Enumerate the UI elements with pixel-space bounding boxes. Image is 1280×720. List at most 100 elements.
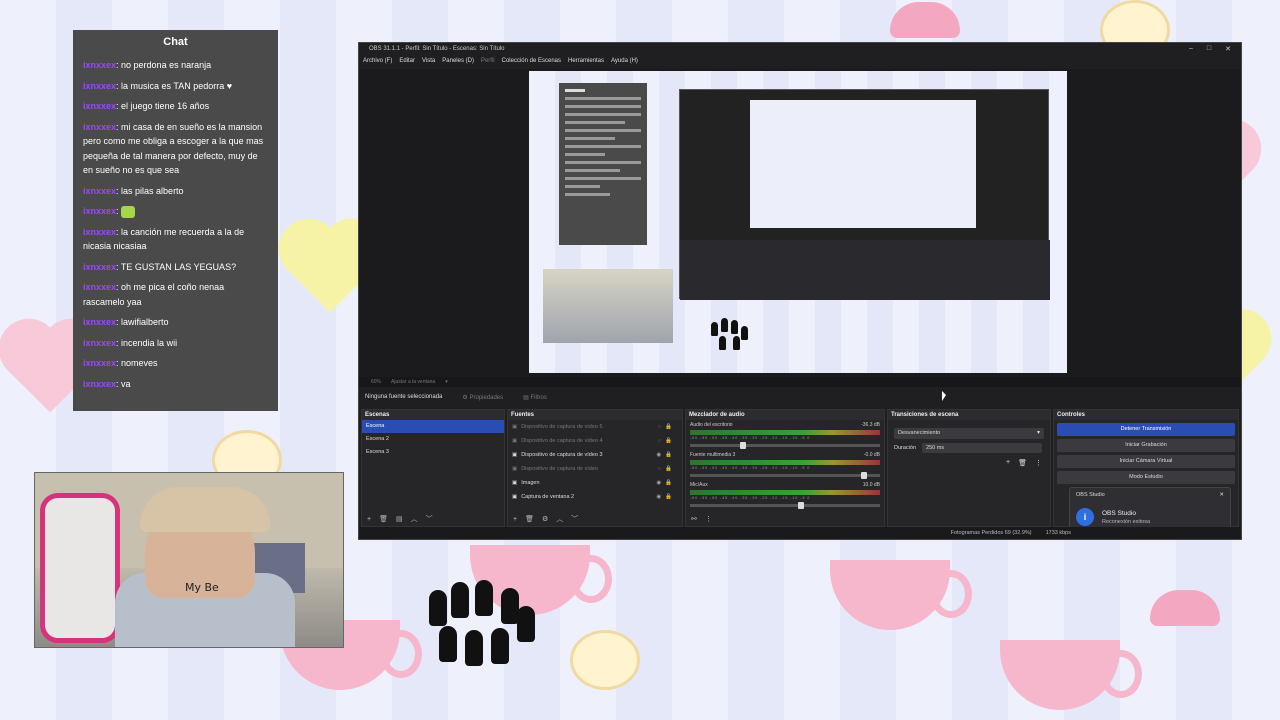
mixer-dock-toolbar: ⚯ ⋮ — [686, 512, 884, 526]
volume-meter — [690, 460, 880, 465]
obs-menubar: Archivo (F) Editar Vista Paneles (D) Per… — [359, 55, 1241, 67]
chat-message: ixnxxex: nomeves — [83, 356, 268, 371]
studio-mode-button[interactable]: Modo Estudio — [1057, 471, 1235, 484]
fit-to-window-select[interactable]: Ajustar a la ventana — [391, 379, 435, 385]
chat-username[interactable]: ixnxxex — [83, 186, 116, 196]
visibility-lock-icon[interactable]: ◌🔒 — [658, 438, 676, 444]
chat-message: ixnxxex: incendia la wii — [83, 336, 268, 351]
meter-scale: -60 -55 -50 -45 -40 -35 -30 -25 -20 -15 … — [690, 436, 811, 440]
transition-select[interactable]: Desvanecimiento — [894, 428, 1044, 439]
trash-icon[interactable]: 🗑 — [1018, 459, 1027, 467]
menu-paneles[interactable]: Paneles (D) — [442, 58, 474, 64]
source-item[interactable]: ▣ Dispositivo de captura de vídeo 3 ◉🔒 — [508, 448, 682, 462]
fader-knob[interactable] — [740, 442, 747, 449]
chat-username[interactable]: ixnxxex — [83, 101, 116, 111]
volume-fader[interactable] — [690, 472, 880, 479]
link-icon[interactable]: ⚯ — [691, 515, 697, 523]
preview-screen-capture — [679, 89, 1050, 300]
source-item[interactable]: ▣ Dispositivo de captura de vídeo 4 ◌🔒 — [508, 434, 682, 448]
chat-username[interactable]: ixnxxex — [83, 317, 116, 327]
start-virtual-camera-button[interactable]: Iniciar Cámara Virtual — [1057, 455, 1235, 468]
chat-username[interactable]: ixnxxex — [83, 227, 116, 237]
more-icon[interactable]: ⋮ — [1035, 459, 1042, 467]
chat-username[interactable]: ixnxxex — [83, 122, 116, 132]
menu-perfil[interactable]: Perfil — [481, 58, 495, 64]
stop-streaming-button[interactable]: Detener Transmisión — [1057, 423, 1235, 436]
gear-icon[interactable]: ⚙ — [542, 515, 548, 523]
menu-editar[interactable]: Editar — [399, 58, 415, 64]
preview-dancing-monkeys — [709, 316, 757, 352]
visibility-lock-icon[interactable]: ◉🔒 — [656, 480, 676, 486]
camera-source-icon: ▣ — [512, 452, 518, 458]
arrow-up-icon[interactable]: ︿ — [556, 514, 563, 524]
chat-username[interactable]: ixnxxex — [83, 81, 116, 91]
monkey-figure — [465, 630, 483, 666]
close-icon[interactable]: ✕ — [1219, 492, 1224, 498]
chevron-down-icon[interactable]: ▾ — [445, 379, 448, 385]
menu-ayuda[interactable]: Ayuda (H) — [611, 58, 638, 64]
filter-icon[interactable]: ▤ — [396, 515, 403, 523]
start-recording-button[interactable]: Iniciar Grabación — [1057, 439, 1235, 452]
chat-message: ixnxxex: la musica es TAN pedorra ♥ — [83, 79, 268, 94]
add-icon[interactable]: + — [1006, 459, 1010, 467]
webcam-feed: My Be — [34, 472, 344, 648]
chat-message: ixnxxex: las pilas alberto — [83, 184, 268, 199]
filters-button[interactable]: ▤ Filtros — [523, 394, 547, 401]
person-hair — [140, 487, 270, 532]
maximize-icon[interactable]: □ — [1207, 45, 1211, 53]
transition-actions: + 🗑 ⋮ — [888, 453, 1050, 473]
trash-icon[interactable]: 🗑 — [379, 515, 388, 523]
close-icon[interactable]: ✕ — [1225, 45, 1231, 53]
fader-knob[interactable] — [861, 472, 867, 479]
arrow-down-icon[interactable]: ﹀ — [426, 514, 433, 524]
meter-scale: -60 -55 -50 -45 -40 -35 -30 -25 -20 -15 … — [690, 496, 811, 500]
source-item[interactable]: ▣ Captura de ventana 2 ◉🔒 — [508, 490, 682, 504]
menu-coleccion-escenas[interactable]: Colección de Escenas — [502, 58, 561, 64]
obs-preview-canvas[interactable] — [529, 71, 1067, 373]
minimize-icon[interactable]: – — [1189, 45, 1193, 53]
visibility-lock-icon[interactable]: ◉🔒 — [656, 494, 676, 500]
sources-list: ▣ Dispositivo de captura de vídeo 5 ◌🔒 ▣ Dis… — [508, 420, 682, 504]
scene-item[interactable]: Escena 2 — [362, 433, 504, 446]
volume-fader[interactable] — [690, 442, 880, 449]
zoom-level[interactable]: 60% — [371, 379, 381, 385]
obs-preview-area — [359, 69, 1241, 377]
add-icon[interactable]: + — [367, 516, 371, 523]
chat-username[interactable]: ixnxxex — [83, 282, 116, 292]
chat-username[interactable]: ixnxxex — [83, 379, 116, 389]
more-icon[interactable]: ⋮ — [705, 515, 712, 523]
arrow-down-icon[interactable]: ﹀ — [571, 514, 578, 524]
channel-name: Audio del escritorio — [690, 422, 733, 428]
preview-chat-overlay — [559, 83, 647, 245]
chat-username[interactable]: ixnxxex — [83, 358, 116, 368]
chat-username[interactable]: ixnxxex — [83, 206, 116, 216]
visibility-lock-icon[interactable]: ◌🔒 — [658, 466, 676, 472]
arrow-up-icon[interactable]: ︿ — [411, 514, 418, 524]
chat-username[interactable]: ixnxxex — [83, 338, 116, 348]
properties-button[interactable]: ⚙ Propiedades — [462, 394, 503, 401]
duration-input[interactable]: 250 ms — [922, 443, 1043, 453]
notification-title: OBS Studio — [1102, 510, 1136, 517]
visibility-lock-icon[interactable]: ◌🔒 — [658, 424, 676, 430]
chat-text: : lawifialberto — [116, 317, 169, 327]
source-item[interactable]: ▣ Dispositivo de captura de vídeo ◌🔒 — [508, 462, 682, 476]
chat-text: : — [116, 206, 119, 216]
volume-meter — [690, 430, 880, 435]
fader-knob[interactable] — [798, 502, 804, 509]
add-icon[interactable]: + — [513, 516, 517, 523]
trash-icon[interactable]: 🗑 — [525, 515, 534, 523]
camera-source-icon: ▣ — [512, 480, 518, 486]
visibility-lock-icon[interactable]: ◉🔒 — [656, 452, 676, 458]
source-name: Dispositivo de captura de vídeo 5 — [521, 424, 603, 430]
source-item[interactable]: ▣ Imagen ◉🔒 — [508, 476, 682, 490]
menu-vista[interactable]: Vista — [422, 58, 435, 64]
source-item[interactable]: ▣ Dispositivo de captura de vídeo 5 ◌🔒 — [508, 420, 682, 434]
chat-username[interactable]: ixnxxex — [83, 262, 116, 272]
scene-item[interactable]: Escena — [362, 420, 504, 433]
menu-herramientas[interactable]: Herramientas — [568, 58, 604, 64]
scene-item[interactable]: Escena 3 — [362, 446, 504, 459]
chat-username[interactable]: ixnxxex — [83, 60, 116, 70]
volume-fader[interactable] — [690, 502, 880, 509]
obs-titlebar[interactable]: OBS 31.1.1 - Perfil: Sin Título - Escena… — [359, 43, 1241, 55]
menu-archivo[interactable]: Archivo (F) — [363, 58, 392, 64]
